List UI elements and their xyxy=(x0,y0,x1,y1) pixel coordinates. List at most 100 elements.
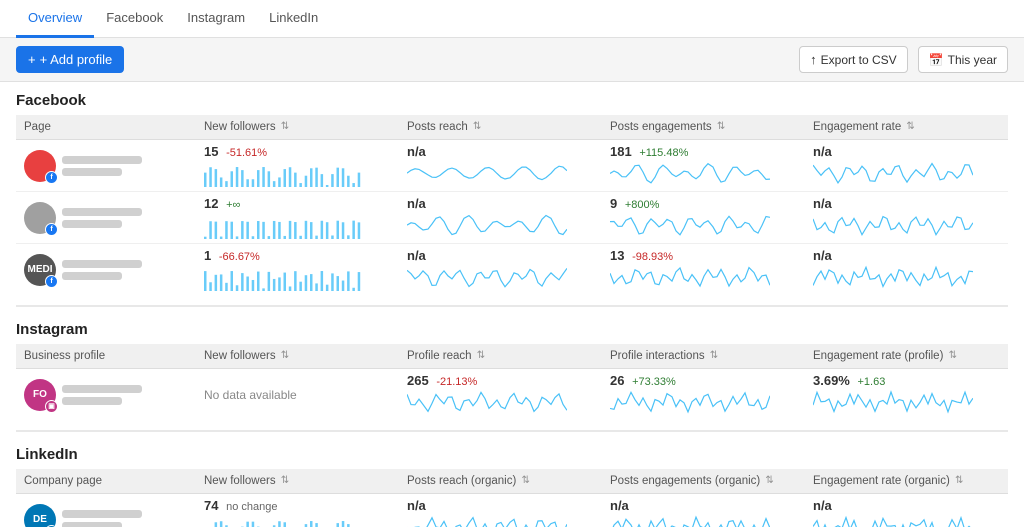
followers-change: +∞ xyxy=(226,199,240,211)
profile-cell-1: f xyxy=(16,192,196,244)
posts-reach-cell: n/a xyxy=(399,244,602,296)
linkedin-section: LinkedIn Company page New followers ⇅ Po… xyxy=(16,436,1008,527)
rate-number: n/a xyxy=(813,248,832,263)
eng-value: n/a xyxy=(610,498,797,513)
table-row: f 12 +∞ n/a 9 +800% xyxy=(16,192,1008,244)
li-col-rate[interactable]: Engagement rate (organic) ⇅ xyxy=(805,469,1008,494)
reach-number: n/a xyxy=(407,248,426,263)
profile-name-bar-sm xyxy=(62,168,122,176)
profile-name-bar xyxy=(62,156,142,164)
fb-col-eng[interactable]: Posts engagements ⇅ xyxy=(602,115,805,140)
reach-value: 265 -21.13% xyxy=(407,373,594,388)
eng-number: 13 xyxy=(610,248,624,263)
table-row: f 15 -51.61% n/a 181 +115.48% xyxy=(16,140,1008,192)
followers-change: -51.61% xyxy=(226,147,267,159)
eng-number: n/a xyxy=(610,498,629,513)
avatar: f xyxy=(24,150,56,182)
posts-reach-cell: n/a xyxy=(399,494,602,527)
profile-info xyxy=(62,208,142,228)
facebook-badge: f xyxy=(45,275,58,288)
add-profile-label: + Add profile xyxy=(40,52,113,67)
eng-sparkline xyxy=(610,263,770,291)
fb-col-rate[interactable]: Engagement rate ⇅ xyxy=(805,115,1008,140)
fb-col-reach[interactable]: Posts reach ⇅ xyxy=(399,115,602,140)
linkedin-section-title: LinkedIn xyxy=(16,436,1008,469)
facebook-section-title: Facebook xyxy=(16,82,1008,115)
avatar-image: DE xyxy=(24,504,56,527)
reach-value: n/a xyxy=(407,498,594,513)
engagement-rate-cell: n/a xyxy=(805,192,1008,244)
li-col-reach[interactable]: Posts reach (organic) ⇅ xyxy=(399,469,602,494)
followers-change: no change xyxy=(226,501,277,513)
ig-col-rate[interactable]: Engagement rate (profile) ⇅ xyxy=(805,344,1008,369)
new-followers-cell: No data available xyxy=(196,369,399,421)
followers-sparkline xyxy=(204,211,364,239)
nav-item-instagram[interactable]: Instagram xyxy=(175,0,257,38)
li-col-eng[interactable]: Posts engagements (organic) ⇅ xyxy=(602,469,805,494)
reach-sparkline xyxy=(407,211,567,239)
plus-icon: + xyxy=(28,52,36,67)
eng-sparkline xyxy=(610,388,770,416)
nav-item-facebook[interactable]: Facebook xyxy=(94,0,175,38)
ig-col-reach[interactable]: Profile reach ⇅ xyxy=(399,344,602,369)
profile-name-bar xyxy=(62,260,142,268)
profile-cell-0: DE in xyxy=(16,494,196,527)
profile-info xyxy=(62,156,142,176)
ig-col-followers[interactable]: New followers ⇅ xyxy=(196,344,399,369)
profile-name-bar xyxy=(62,208,142,216)
eng-change: +115.48% xyxy=(639,147,688,159)
fb-col-page: Page xyxy=(16,115,196,140)
eng-value: 9 +800% xyxy=(610,196,797,211)
metric-value: 15 -51.61% xyxy=(204,144,391,159)
reach-number: n/a xyxy=(407,144,426,159)
main-content: Facebook Page New followers ⇅ Posts reac… xyxy=(0,82,1024,527)
eng-number: 26 xyxy=(610,373,624,388)
profile-name-bar-sm xyxy=(62,272,122,280)
top-nav: Overview Facebook Instagram LinkedIn xyxy=(0,0,1024,38)
metric-value: 12 +∞ xyxy=(204,196,391,211)
instagram-section-title: Instagram xyxy=(16,311,1008,344)
followers-number: 15 xyxy=(204,144,218,159)
profile-cell-0: f xyxy=(16,140,196,192)
rate-sparkline xyxy=(813,388,973,416)
toolbar-right: ↑ Export to CSV 📅 This year xyxy=(799,46,1008,73)
profile-info xyxy=(62,510,142,527)
eng-change: -98.93% xyxy=(632,251,673,263)
metric-value: 74 no change xyxy=(204,498,391,513)
eng-value: 13 -98.93% xyxy=(610,248,797,263)
eng-sparkline xyxy=(610,211,770,239)
reach-number: 265 xyxy=(407,373,429,388)
li-col-page: Company page xyxy=(16,469,196,494)
export-csv-button[interactable]: ↑ Export to CSV xyxy=(799,46,908,73)
ig-col-profile: Business profile xyxy=(16,344,196,369)
facebook-badge: f xyxy=(45,171,58,184)
reach-number: n/a xyxy=(407,498,426,513)
nav-item-overview[interactable]: Overview xyxy=(16,0,94,38)
followers-sparkline xyxy=(204,159,364,187)
li-col-followers[interactable]: New followers ⇅ xyxy=(196,469,399,494)
new-followers-cell: 74 no change xyxy=(196,494,399,527)
avatar: MEDI f xyxy=(24,254,56,286)
facebook-badge: f xyxy=(45,223,58,236)
nav-item-linkedin[interactable]: LinkedIn xyxy=(257,0,330,38)
reach-sparkline xyxy=(407,159,567,187)
fb-col-followers[interactable]: New followers ⇅ xyxy=(196,115,399,140)
rate-sparkline xyxy=(813,159,973,187)
add-profile-button[interactable]: + + Add profile xyxy=(16,46,124,73)
rate-number: 3.69% xyxy=(813,373,850,388)
profile-info xyxy=(62,385,142,405)
facebook-section: Facebook Page New followers ⇅ Posts reac… xyxy=(16,82,1008,295)
linkedin-table: Company page New followers ⇅ Posts reach… xyxy=(16,469,1008,527)
posts-reach-cell: 265 -21.13% xyxy=(399,369,602,421)
reach-value: n/a xyxy=(407,196,594,211)
followers-change: -66.67% xyxy=(219,251,260,263)
eng-sparkline xyxy=(610,159,770,187)
new-followers-cell: 1 -66.67% xyxy=(196,244,399,296)
no-data-label: No data available xyxy=(204,388,297,402)
engagement-rate-cell: 3.69% +1.63 xyxy=(805,369,1008,421)
ig-col-interactions[interactable]: Profile interactions ⇅ xyxy=(602,344,805,369)
eng-value: 181 +115.48% xyxy=(610,144,797,159)
date-filter-button[interactable]: 📅 This year xyxy=(918,46,1008,73)
posts-engagements-cell: n/a xyxy=(602,494,805,527)
profile-name-bar xyxy=(62,510,142,518)
